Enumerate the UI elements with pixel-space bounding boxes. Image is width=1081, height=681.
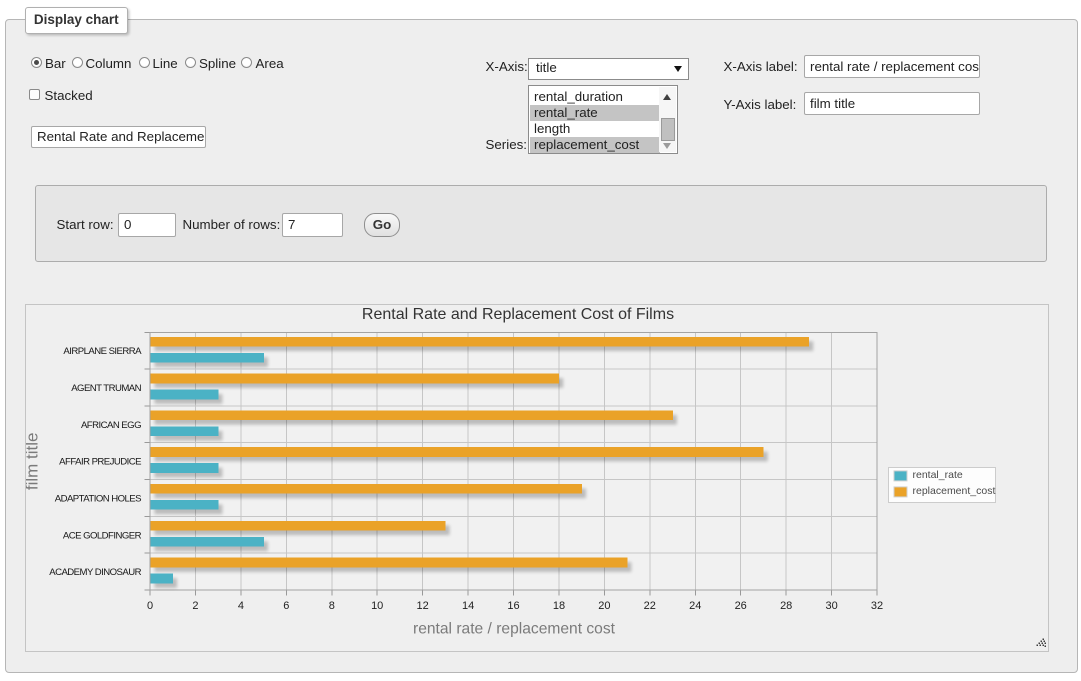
svg-text:4: 4 (237, 600, 243, 612)
svg-text:30: 30 (825, 600, 837, 612)
svg-text:16: 16 (507, 600, 519, 612)
svg-text:AIRPLANE SIERRA: AIRPLANE SIERRA (63, 346, 142, 357)
svg-text:14: 14 (461, 600, 473, 612)
svg-text:18: 18 (552, 600, 564, 612)
svg-text:26: 26 (734, 600, 746, 612)
svg-text:ADAPTATION HOLES: ADAPTATION HOLES (54, 493, 140, 504)
svg-text:24: 24 (689, 600, 701, 612)
svg-text:22: 22 (643, 600, 655, 612)
svg-text:replacement_cost: replacement_cost (912, 485, 995, 497)
svg-text:AFFAIR PREJUDICE: AFFAIR PREJUDICE (59, 457, 141, 468)
svg-text:0: 0 (146, 600, 152, 612)
svg-text:32: 32 (870, 600, 882, 612)
svg-text:film title: film title (26, 432, 42, 490)
svg-text:AFRICAN EGG: AFRICAN EGG (80, 420, 140, 431)
svg-text:12: 12 (416, 600, 428, 612)
svg-text:6: 6 (283, 600, 289, 612)
svg-text:10: 10 (371, 600, 383, 612)
svg-text:Rental Rate and Replacement Co: Rental Rate and Replacement Cost of Film… (361, 306, 673, 323)
svg-text:AGENT TRUMAN: AGENT TRUMAN (71, 383, 141, 394)
svg-text:20: 20 (598, 600, 610, 612)
svg-text:ACE GOLDFINGER: ACE GOLDFINGER (62, 530, 141, 541)
svg-text:2: 2 (192, 600, 198, 612)
svg-text:8: 8 (328, 600, 334, 612)
svg-text:rental_rate: rental_rate (912, 469, 962, 481)
svg-text:ACADEMY DINOSAUR: ACADEMY DINOSAUR (49, 567, 141, 578)
svg-text:rental rate / replacement cost: rental rate / replacement cost (413, 621, 616, 638)
svg-text:28: 28 (780, 600, 792, 612)
